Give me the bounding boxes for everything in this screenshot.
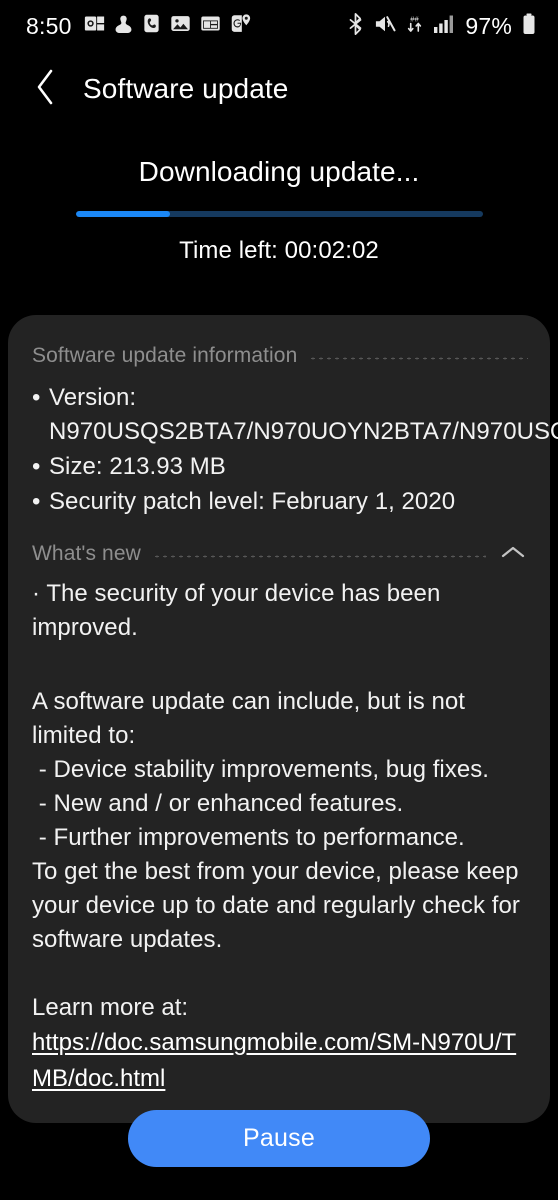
- software-update-screen: 8:50 ## 97% Software update Downloading …: [0, 0, 558, 1200]
- learn-more-label: Learn more at:: [32, 994, 189, 1021]
- list-item: • Security patch level: February 1, 2020: [32, 485, 528, 519]
- status-bar: 8:50 ## 97%: [0, 0, 558, 52]
- status-clock: 8:50: [26, 12, 72, 39]
- outlook-icon: [84, 13, 105, 39]
- signal-bars-icon: [433, 14, 455, 39]
- download-progress-bar: [76, 211, 483, 217]
- whats-new-paragraph-1: · The security of your device has been i…: [32, 580, 448, 641]
- update-details-card: Software update information • Version: N…: [8, 315, 558, 1123]
- software-update-information-header: Software update information: [32, 339, 528, 373]
- download-progress-fill: [76, 211, 170, 217]
- app-bar: Software update: [0, 58, 558, 120]
- list-item: • Size: 213.93 MB: [32, 450, 528, 484]
- bluetooth-icon: [347, 12, 364, 40]
- software-update-information-label: Software update information: [32, 344, 298, 367]
- dotted-divider: [152, 554, 486, 558]
- status-bar-right: ## 97%: [347, 13, 536, 40]
- contacts-app-icon: [114, 13, 133, 39]
- data-transfer-icon: ##: [406, 13, 423, 39]
- chevron-up-icon: [500, 544, 526, 565]
- status-bar-left: 8:50: [26, 13, 251, 40]
- learn-more-link[interactable]: https://doc.samsungmobile.com/SM-N970U/T…: [32, 1029, 516, 1092]
- pause-button[interactable]: Pause: [128, 1110, 430, 1167]
- chevron-left-icon: [34, 68, 58, 111]
- bullet-glyph: •: [32, 384, 41, 411]
- bullet-glyph: •: [32, 453, 41, 480]
- dotted-divider: [309, 356, 528, 360]
- whats-new-label: What's new: [32, 542, 141, 565]
- back-button[interactable]: [24, 67, 68, 111]
- svg-text:##: ##: [411, 15, 420, 24]
- whats-new-collapse-button[interactable]: [498, 539, 528, 569]
- news-widget-icon: [200, 13, 221, 39]
- security-patch-value: Security patch level: February 1, 2020: [49, 488, 456, 515]
- time-left-label: Time left: 00:02:02: [179, 237, 379, 264]
- whats-new-paragraph-2: A software update can include, but is no…: [32, 688, 520, 953]
- version-value: Version: N970USQS2BTA7/N970UOYN2BTA7/N97…: [49, 384, 558, 445]
- battery-icon: [522, 13, 536, 40]
- bullet-glyph: •: [32, 488, 41, 515]
- download-status-title: Downloading update...: [138, 156, 420, 187]
- gallery-image-icon: [170, 13, 191, 39]
- phone-call-icon: [142, 13, 161, 39]
- size-value: Size: 213.93 MB: [49, 453, 226, 480]
- google-maps-icon: [230, 13, 251, 39]
- sound-muted-icon: [374, 14, 396, 39]
- page-title: Software update: [83, 73, 289, 104]
- whats-new-header[interactable]: What's new: [32, 537, 528, 571]
- battery-percent-label: 97%: [465, 12, 512, 39]
- update-info-list: • Version: N970USQS2BTA7/N970UOYN2BTA7/N…: [32, 381, 558, 519]
- list-item: • Version: N970USQS2BTA7/N970UOYN2BTA7/N…: [32, 381, 558, 449]
